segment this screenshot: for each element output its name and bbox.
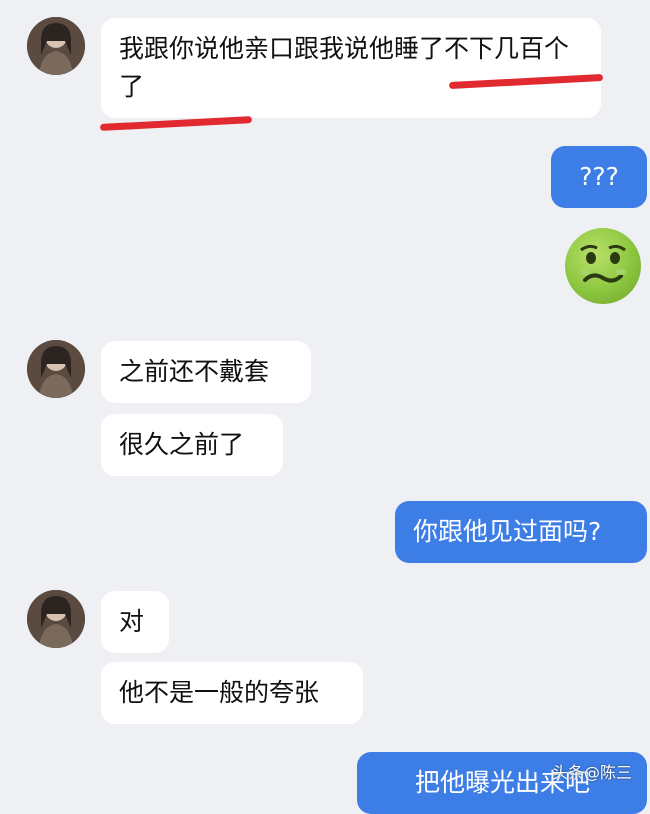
incoming-message-bubble[interactable]: 很久之前了 <box>101 414 283 476</box>
incoming-message-bubble[interactable]: 之前还不戴套 <box>101 341 311 403</box>
nauseated-face-icon[interactable] <box>565 228 641 304</box>
incoming-message-bubble[interactable]: 他不是一般的夸张 <box>101 662 363 724</box>
message-text: 他不是一般的夸张 <box>119 678 320 707</box>
watermark: 头条@陈三 <box>551 763 632 782</box>
contact-avatar[interactable] <box>27 17 85 75</box>
contact-photo-icon <box>27 17 85 75</box>
chat-thread: 我跟你说他亲口跟我说他睡了不下几百个了 ??? 之前还不戴套 很久之前了 你跟他… <box>0 0 650 814</box>
contact-avatar[interactable] <box>27 340 85 398</box>
message-text: 对 <box>119 607 145 636</box>
contact-photo-icon <box>27 340 85 398</box>
message-text: 之前还不戴套 <box>119 357 270 386</box>
outgoing-message-bubble[interactable]: 你跟他见过面吗? <box>395 501 647 563</box>
incoming-message-bubble[interactable]: 对 <box>101 591 169 653</box>
message-text: 你跟他见过面吗? <box>413 517 602 546</box>
incoming-message-bubble[interactable]: 我跟你说他亲口跟我说他睡了不下几百个了 <box>101 18 601 118</box>
message-text: 很久之前了 <box>119 430 245 459</box>
outgoing-message-bubble[interactable]: ??? <box>551 146 647 208</box>
annotation-underline <box>99 116 253 131</box>
contact-avatar[interactable] <box>27 590 85 648</box>
contact-photo-icon <box>27 590 85 648</box>
message-text: ??? <box>579 162 619 191</box>
message-text: 我跟你说他亲口跟我说他睡了不下几百个了 <box>119 34 570 101</box>
